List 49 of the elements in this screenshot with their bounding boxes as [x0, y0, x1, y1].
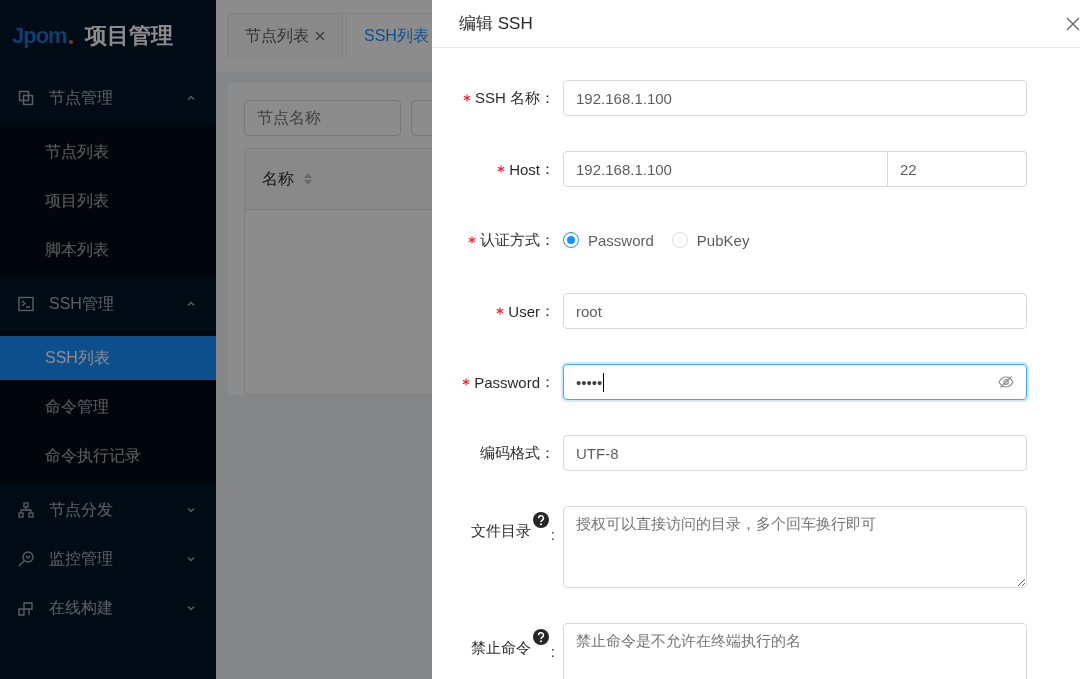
menu-item[interactable]: SSH管理: [0, 282, 216, 326]
menu-item[interactable]: 脚本列表: [0, 228, 216, 272]
app-title: 项目管理: [84, 21, 173, 50]
sort-icon: [304, 173, 312, 185]
tab[interactable]: SSH列表: [346, 13, 432, 58]
radio-option[interactable]: Password: [563, 231, 654, 249]
overlapping-squares-icon: [18, 90, 34, 106]
menu-item[interactable]: 命令管理: [0, 385, 216, 429]
label-colon: ：: [540, 230, 555, 250]
menu-item[interactable]: SSH列表: [0, 336, 216, 380]
password-field[interactable]: •••••: [563, 364, 1027, 400]
input-field[interactable]: UTF-8: [563, 435, 1027, 471]
menu-item[interactable]: 命令执行记录: [0, 434, 216, 478]
field-label: 禁止命令: [470, 639, 531, 658]
input-field[interactable]: 22: [888, 151, 1027, 187]
eye-slash-icon[interactable]: [998, 374, 1014, 390]
text-area[interactable]: 授权可以直接访问的目录，多个回车换行即可: [563, 506, 1027, 588]
hierarchy-icon: [18, 502, 34, 518]
field-label: 认证方式: [468, 230, 540, 250]
text-area[interactable]: 禁止命令是不允许在终端执行的名: [563, 623, 1027, 679]
label-colon: ：: [540, 443, 555, 463]
field-label: 编码格式: [480, 443, 540, 463]
label-colon: ：: [540, 88, 555, 108]
close-icon[interactable]: [1066, 16, 1080, 31]
label-colon: ：: [540, 159, 555, 179]
field-label: 文件目录: [470, 522, 531, 541]
radio-option[interactable]: PubKey: [671, 231, 750, 249]
field-label: SSH 名称: [463, 88, 540, 108]
menu-item[interactable]: 监控管理: [0, 537, 216, 581]
input-field[interactable]: root: [563, 293, 1027, 329]
menu-item[interactable]: 在线构建: [0, 586, 216, 630]
close-icon: [315, 31, 325, 41]
label-colon: ：: [540, 301, 555, 321]
menu-item[interactable]: 节点管理: [0, 76, 216, 120]
blocks-icon: [18, 600, 34, 616]
menu-item[interactable]: 节点分发: [0, 488, 216, 532]
label-colon: :: [550, 526, 555, 543]
search-field[interactable]: 节点名称: [244, 100, 401, 136]
logo: Jpom: [12, 22, 73, 49]
label-colon: :: [550, 643, 555, 660]
drawer-title: 编辑 SSH: [459, 13, 533, 35]
menu-item[interactable]: 节点列表: [0, 130, 216, 174]
menu-item[interactable]: 项目列表: [0, 179, 216, 223]
label-colon: ：: [540, 372, 555, 392]
tab[interactable]: 节点列表: [227, 13, 343, 58]
input-field[interactable]: 192.168.1.100: [563, 80, 1027, 116]
magnifier-icon: [18, 551, 34, 567]
input-field[interactable]: 192.168.1.100: [563, 151, 888, 187]
terminal-icon: [18, 296, 34, 312]
